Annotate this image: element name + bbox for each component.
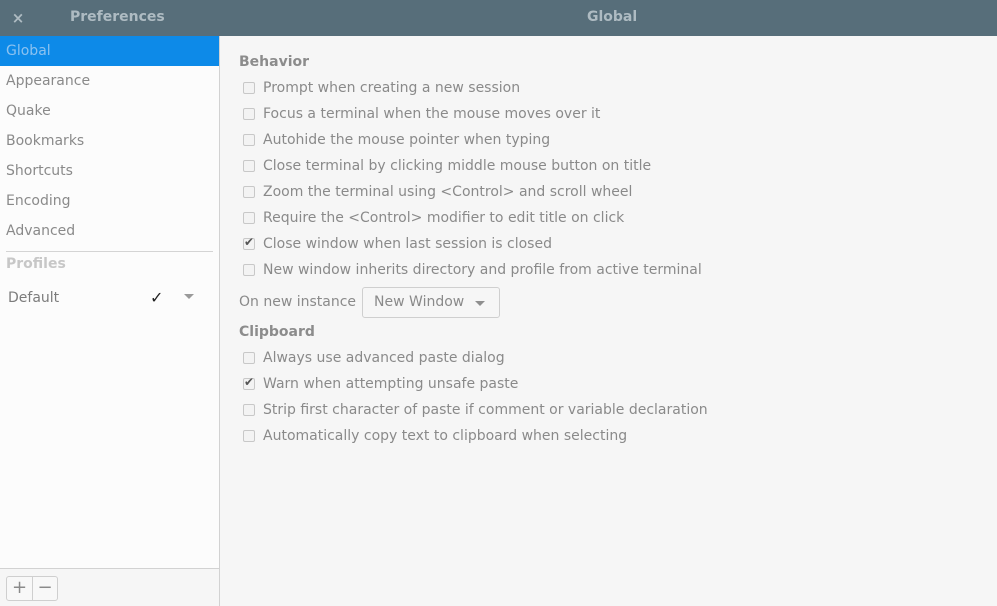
checkbox[interactable] <box>243 430 255 442</box>
checkbox[interactable] <box>243 212 255 224</box>
checkbox[interactable] <box>243 108 255 120</box>
option-advanced-paste-dialog[interactable]: Always use advanced paste dialog <box>243 348 505 368</box>
sidebar-item-advanced[interactable]: Advanced <box>0 216 219 246</box>
profile-button-group: + − <box>6 576 58 601</box>
dropdown-value: New Window <box>374 294 465 310</box>
checkbox-checked[interactable] <box>243 375 255 390</box>
chevron-down-icon <box>475 300 486 306</box>
option-inherit-directory-profile[interactable]: New window inherits directory and profil… <box>243 260 702 280</box>
on-new-instance-dropdown[interactable]: New Window <box>362 286 501 318</box>
checkbox-checked[interactable] <box>243 235 255 250</box>
sidebar: Global Appearance Quake Bookmarks Shortc… <box>0 36 220 606</box>
checkmark-icon: ✓ <box>150 288 164 307</box>
checkbox[interactable] <box>243 134 255 146</box>
global-settings-panel: Behavior Prompt when creating a new sess… <box>221 36 997 606</box>
sidebar-item-bookmarks[interactable]: Bookmarks <box>0 126 219 156</box>
clipboard-heading: Clipboard <box>239 324 315 340</box>
checkbox[interactable] <box>243 352 255 364</box>
chevron-down-icon[interactable] <box>184 294 194 299</box>
sidebar-toolbar: + − <box>0 568 219 606</box>
sidebar-item-appearance[interactable]: Appearance <box>0 66 219 96</box>
option-copy-on-select[interactable]: Automatically copy text to clipboard whe… <box>243 426 627 446</box>
title-bar: × Preferences Global <box>0 0 997 36</box>
sidebar-item-shortcuts[interactable]: Shortcuts <box>0 156 219 186</box>
close-icon[interactable]: × <box>8 8 28 28</box>
sidebar-item-encoding[interactable]: Encoding <box>0 186 219 216</box>
option-strip-first-char[interactable]: Strip first character of paste if commen… <box>243 400 708 420</box>
option-control-edit-title[interactable]: Require the <Control> modifier to edit t… <box>243 208 624 228</box>
option-autohide-pointer[interactable]: Autohide the mouse pointer when typing <box>243 130 550 150</box>
on-new-instance-label: On new instance <box>239 294 357 310</box>
sidebar-title: Preferences <box>70 9 165 25</box>
checkbox[interactable] <box>243 404 255 416</box>
on-new-instance-row: On new instance New Window <box>239 286 501 318</box>
add-profile-button[interactable]: + <box>7 577 32 600</box>
remove-profile-button[interactable]: − <box>32 577 57 600</box>
profiles-heading: Profiles <box>6 256 66 272</box>
option-prompt-new-session[interactable]: Prompt when creating a new session <box>243 78 520 98</box>
profile-name: Default <box>8 290 60 306</box>
behavior-heading: Behavior <box>239 54 310 70</box>
checkbox[interactable] <box>243 82 255 94</box>
option-focus-on-hover[interactable]: Focus a terminal when the mouse moves ov… <box>243 104 600 124</box>
option-warn-unsafe-paste[interactable]: Warn when attempting unsafe paste <box>243 374 518 394</box>
option-control-scroll-zoom[interactable]: Zoom the terminal using <Control> and sc… <box>243 182 632 202</box>
checkbox[interactable] <box>243 160 255 172</box>
page-title: Global <box>587 9 638 25</box>
sidebar-item-global[interactable]: Global <box>0 36 219 66</box>
checkbox[interactable] <box>243 186 255 198</box>
profile-item-default[interactable]: Default ✓ <box>0 276 219 320</box>
checkbox[interactable] <box>243 264 255 276</box>
sidebar-item-quake[interactable]: Quake <box>0 96 219 126</box>
option-middle-click-close[interactable]: Close terminal by clicking middle mouse … <box>243 156 651 176</box>
option-close-window-last-session[interactable]: Close window when last session is closed <box>243 234 552 254</box>
